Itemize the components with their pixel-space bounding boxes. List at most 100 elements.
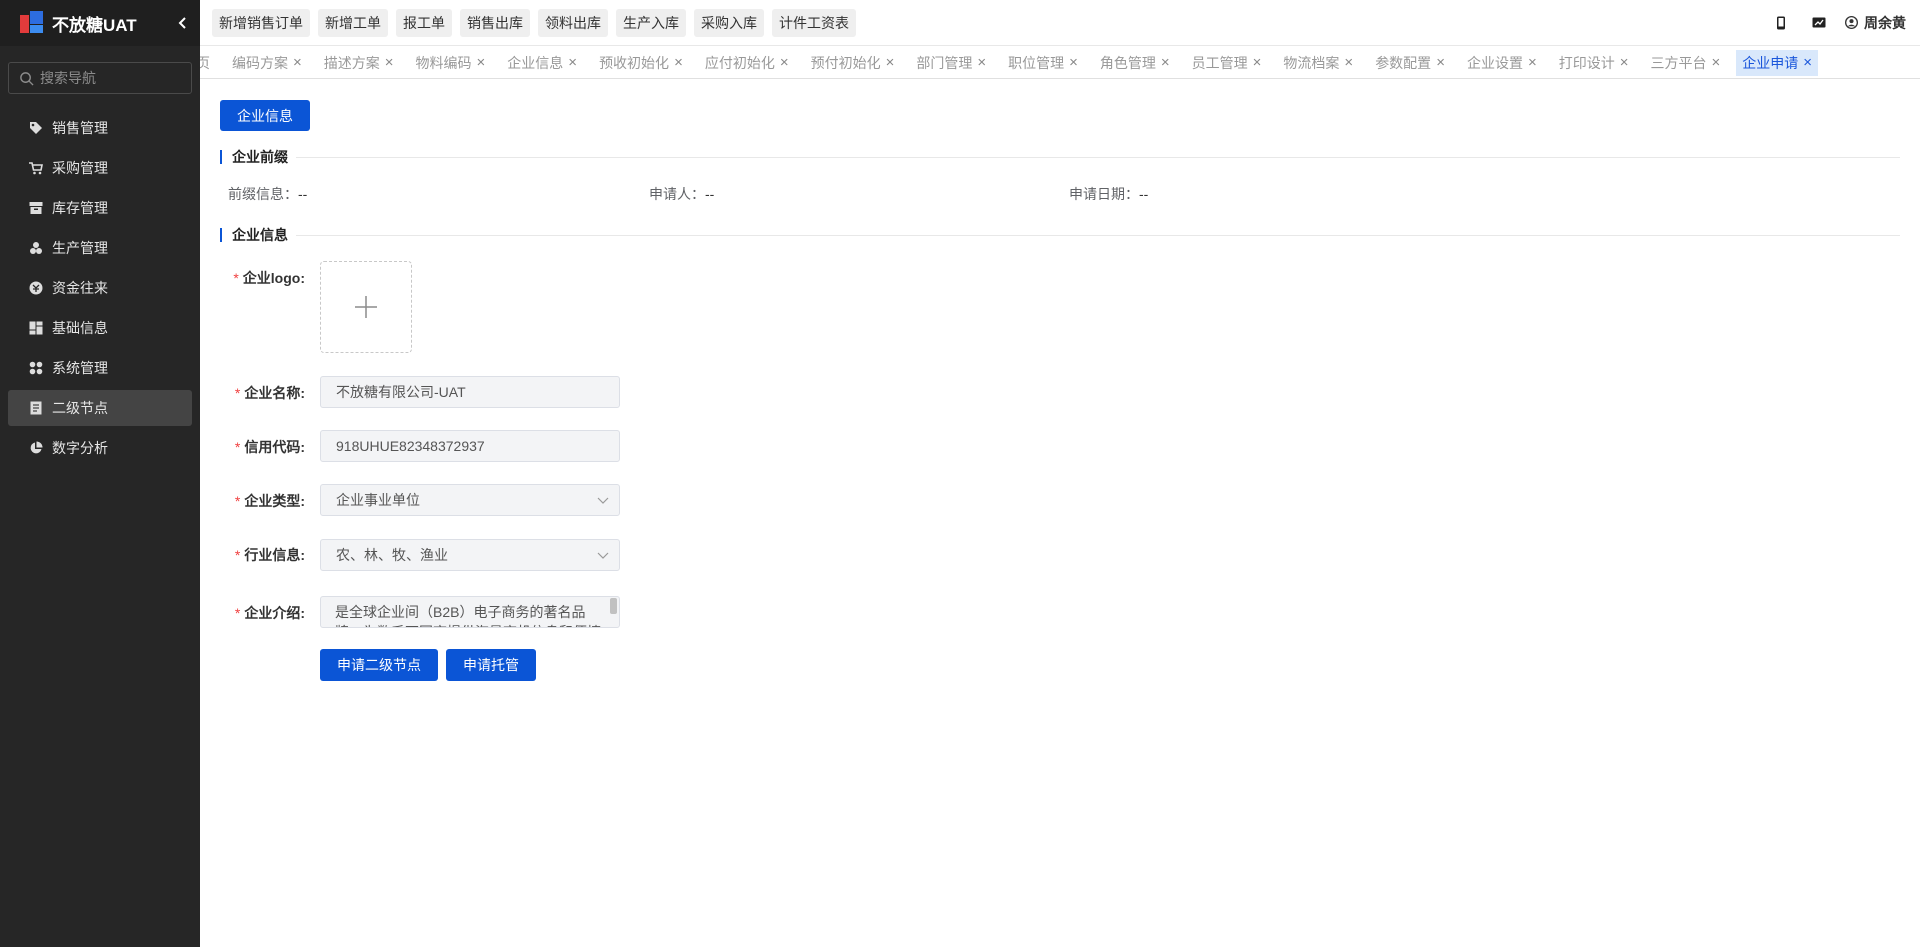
name-label: * 企业名称: — [234, 385, 305, 401]
applicant-info: 申请人： -- — [649, 184, 714, 204]
sidebar-item-funds[interactable]: 资金往来 — [8, 270, 192, 306]
quick-new-work-order-button[interactable]: 新增工单 — [318, 8, 388, 37]
quick-sales-outbound-button[interactable]: 销售出库 — [460, 8, 530, 37]
applicant-label: 申请人： — [649, 186, 705, 202]
apply-date-info: 申请日期： -- — [1069, 184, 1148, 204]
tab-label: 物料编码 — [415, 54, 472, 71]
cart-icon — [29, 161, 43, 175]
close-icon[interactable]: × — [674, 55, 683, 70]
close-icon[interactable]: × — [977, 55, 986, 70]
tab-role-management[interactable]: 角色管理 × — [1094, 50, 1176, 76]
tab-parameter-config[interactable]: 参数配置 × — [1369, 50, 1451, 76]
tab-prepaid-init[interactable]: 预付初始化 × — [805, 50, 901, 76]
tab-department-management[interactable]: 部门管理 × — [910, 50, 992, 76]
sidebar-item-analytics[interactable]: 数字分析 — [8, 430, 192, 466]
sidebar-nav: 销售管理 采购管理 库存管理 生产管理 资金往来 基础信息 系统管理 二级节点 — [0, 104, 200, 466]
close-icon[interactable]: × — [1528, 55, 1537, 70]
close-icon[interactable]: × — [1436, 55, 1445, 70]
select-value: 企业事业单位 — [336, 492, 420, 508]
tab-label: 员工管理 — [1191, 54, 1248, 71]
page-tabs-bar: 页 编码方案× 描述方案× 物料编码× 企业信息× 预收初始化× 应付初始化× … — [200, 45, 1920, 79]
sidebar-item-production[interactable]: 生产管理 — [8, 230, 192, 266]
close-icon[interactable]: × — [1620, 55, 1629, 70]
textarea-scrollbar[interactable] — [610, 598, 617, 614]
close-icon[interactable]: × — [1803, 55, 1812, 70]
close-icon[interactable]: × — [293, 55, 302, 70]
tag-icon — [29, 121, 43, 135]
required-mark: * — [234, 385, 241, 401]
quick-purchase-inbound-button[interactable]: 采购入库 — [694, 8, 764, 37]
quick-production-inbound-button[interactable]: 生产入库 — [616, 8, 686, 37]
monitor-button[interactable] — [1809, 13, 1829, 33]
quick-material-outbound-button[interactable]: 领料出库 — [538, 8, 608, 37]
enterprise-type-label: * 企业类型: — [234, 493, 305, 509]
tab-label: 参数配置 — [1375, 54, 1432, 71]
tab-employee-management[interactable]: 员工管理 × — [1186, 50, 1268, 76]
tab-label: 部门管理 — [916, 54, 973, 71]
enterprise-info-button[interactable]: 企业信息 — [220, 100, 310, 131]
close-icon[interactable]: × — [886, 55, 895, 70]
apply-secondary-node-button[interactable]: 申请二级节点 — [320, 649, 438, 681]
tab-enterprise-settings[interactable]: 企业设置 × — [1461, 50, 1543, 76]
required-mark: * — [234, 605, 241, 621]
sidebar-item-sales[interactable]: 销售管理 — [8, 110, 192, 146]
tab-print-design[interactable]: 打印设计 × — [1553, 50, 1635, 76]
quick-work-report-button[interactable]: 报工单 — [396, 8, 452, 37]
sidebar-item-inventory[interactable]: 库存管理 — [8, 190, 192, 226]
logo-label: * 企业logo: — [233, 270, 305, 286]
applicant-value: -- — [705, 186, 715, 202]
mobile-button[interactable] — [1771, 13, 1791, 33]
apply-hosting-button[interactable]: 申请托管 — [446, 649, 536, 681]
sidebar-item-secondary-node[interactable]: 二级节点 — [8, 390, 192, 426]
section-title: 企业前缀 — [232, 149, 288, 165]
close-icon[interactable]: × — [1069, 55, 1078, 70]
chevron-down-icon — [597, 497, 609, 504]
close-icon[interactable]: × — [1344, 55, 1353, 70]
tab-position-management[interactable]: 职位管理 × — [1002, 50, 1084, 76]
tab-home[interactable]: 页 — [200, 50, 216, 76]
logo-upload[interactable] — [320, 261, 412, 353]
close-icon[interactable]: × — [477, 55, 486, 70]
quick-piecework-wage-button[interactable]: 计件工资表 — [772, 8, 856, 37]
sidebar-item-basic-info[interactable]: 基础信息 — [8, 310, 192, 346]
quick-new-sales-order-button[interactable]: 新增销售订单 — [212, 8, 310, 37]
collapse-sidebar-button[interactable] — [172, 12, 194, 34]
tab-payable-init[interactable]: 应付初始化 × — [699, 50, 795, 76]
tab-label: 描述方案 — [323, 54, 380, 71]
nav-search — [8, 62, 192, 94]
tab-enterprise-info[interactable]: 企业信息 × — [501, 50, 583, 76]
plus-icon — [355, 296, 377, 318]
enterprise-type-select[interactable]: 企业事业单位 — [320, 484, 620, 516]
user-name: 周余黄 — [1864, 14, 1906, 31]
industry-select[interactable]: 农、林、牧、渔业 — [320, 539, 620, 571]
tab-enterprise-application[interactable]: 企业申请 × — [1736, 49, 1819, 76]
credit-code-input[interactable] — [320, 430, 620, 462]
tab-logistics-archive[interactable]: 物流档案 × — [1277, 50, 1359, 76]
enterprise-intro-textarea[interactable]: 是全球企业间（B2B）电子商务的著名品牌，为数千万网商提供海量商机信息和便捷安全… — [320, 596, 620, 628]
close-icon[interactable]: × — [1253, 55, 1262, 70]
tab-third-party-platform[interactable]: 三方平台 × — [1644, 50, 1726, 76]
sidebar-item-label: 资金往来 — [52, 280, 108, 296]
brand-header: 不放糖UAT — [0, 0, 200, 46]
close-icon[interactable]: × — [1711, 55, 1720, 70]
sidebar-item-label: 销售管理 — [52, 120, 108, 136]
nav-search-input[interactable] — [40, 70, 180, 86]
tab-label: 职位管理 — [1008, 54, 1065, 71]
tab-label: 三方平台 — [1650, 54, 1707, 71]
close-icon[interactable]: × — [385, 55, 394, 70]
sidebar-item-system[interactable]: 系统管理 — [8, 350, 192, 386]
enterprise-name-input[interactable] — [320, 376, 620, 408]
tab-coding-scheme[interactable]: 编码方案 × — [226, 50, 308, 76]
top-right-tools: 周余黄 — [1753, 0, 1906, 45]
tab-material-code[interactable]: 物料编码 × — [410, 50, 492, 76]
pie-chart-icon — [29, 441, 43, 455]
close-icon[interactable]: × — [1161, 55, 1170, 70]
tab-prereceipt-init[interactable]: 预收初始化 × — [593, 50, 689, 76]
close-icon[interactable]: × — [780, 55, 789, 70]
sidebar-item-purchase[interactable]: 采购管理 — [8, 150, 192, 186]
close-icon[interactable]: × — [568, 55, 577, 70]
required-mark: * — [234, 493, 241, 509]
document-icon — [29, 401, 43, 415]
tab-description-scheme[interactable]: 描述方案 × — [318, 50, 400, 76]
user-menu[interactable]: 周余黄 — [1845, 13, 1906, 33]
